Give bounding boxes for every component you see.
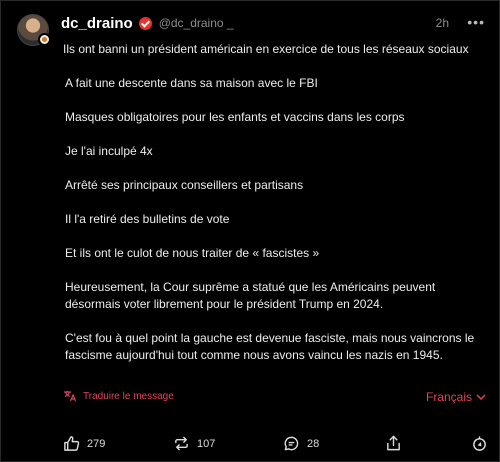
repost-button[interactable]: 107 bbox=[173, 435, 215, 452]
post-paragraph: Arrêté ses principaux conseillers et par… bbox=[65, 178, 304, 192]
post-card: dc_draino @dc_draino _ 2h ••• Ils ont ba… bbox=[0, 0, 500, 462]
post-paragraph: Heureusement, la Cour suprême a statué q… bbox=[65, 280, 436, 311]
comment-icon bbox=[284, 436, 299, 451]
repost-count: 107 bbox=[197, 437, 216, 450]
username[interactable]: dc_draino bbox=[61, 15, 133, 32]
like-button[interactable]: 279 bbox=[63, 435, 105, 452]
post-text: Ils ont banni un président américain en … bbox=[63, 41, 493, 364]
comment-count: 28 bbox=[307, 437, 320, 450]
chevron-down-icon bbox=[476, 393, 486, 400]
translate-icon bbox=[64, 391, 77, 402]
thumbs-up-icon bbox=[64, 436, 80, 451]
comment-button[interactable]: 28 bbox=[283, 435, 319, 452]
more-options-icon[interactable]: ••• bbox=[467, 14, 485, 30]
post-header: dc_draino @dc_draino _ bbox=[61, 14, 234, 32]
share-icon bbox=[387, 435, 400, 451]
like-count: 279 bbox=[87, 437, 106, 450]
post-paragraph: Masques obligatoires pour les enfants et… bbox=[65, 110, 405, 124]
post-paragraph: Ils ont banni un président américain en … bbox=[63, 42, 469, 56]
post-paragraph: Je l'ai inculpé 4x bbox=[65, 144, 153, 158]
action-bar: 279 107 28 bbox=[63, 435, 493, 455]
translate-link[interactable]: Traduire le message bbox=[63, 390, 174, 402]
language-selector[interactable]: Français bbox=[426, 390, 486, 404]
translate-label: Traduire le message bbox=[83, 390, 174, 402]
post-paragraph: C'est fou à quel point la gauche est dev… bbox=[65, 331, 475, 362]
verified-badge-icon bbox=[138, 16, 152, 30]
post-paragraph: Il l'a retiré des bulletins de vote bbox=[65, 212, 230, 226]
repost-icon bbox=[175, 436, 188, 451]
post-timestamp: 2h bbox=[435, 16, 449, 30]
language-label: Français bbox=[425, 390, 472, 404]
tip-button[interactable] bbox=[471, 435, 488, 452]
avatar-badge-icon bbox=[38, 33, 51, 46]
user-handle[interactable]: @dc_draino _ bbox=[159, 16, 234, 30]
post-paragraph: A fait une descente dans sa maison avec … bbox=[65, 76, 318, 90]
post-paragraph: Et ils ont le culot de nous traiter de «… bbox=[65, 246, 320, 260]
compass-icon bbox=[473, 436, 486, 451]
share-button[interactable] bbox=[385, 435, 402, 452]
